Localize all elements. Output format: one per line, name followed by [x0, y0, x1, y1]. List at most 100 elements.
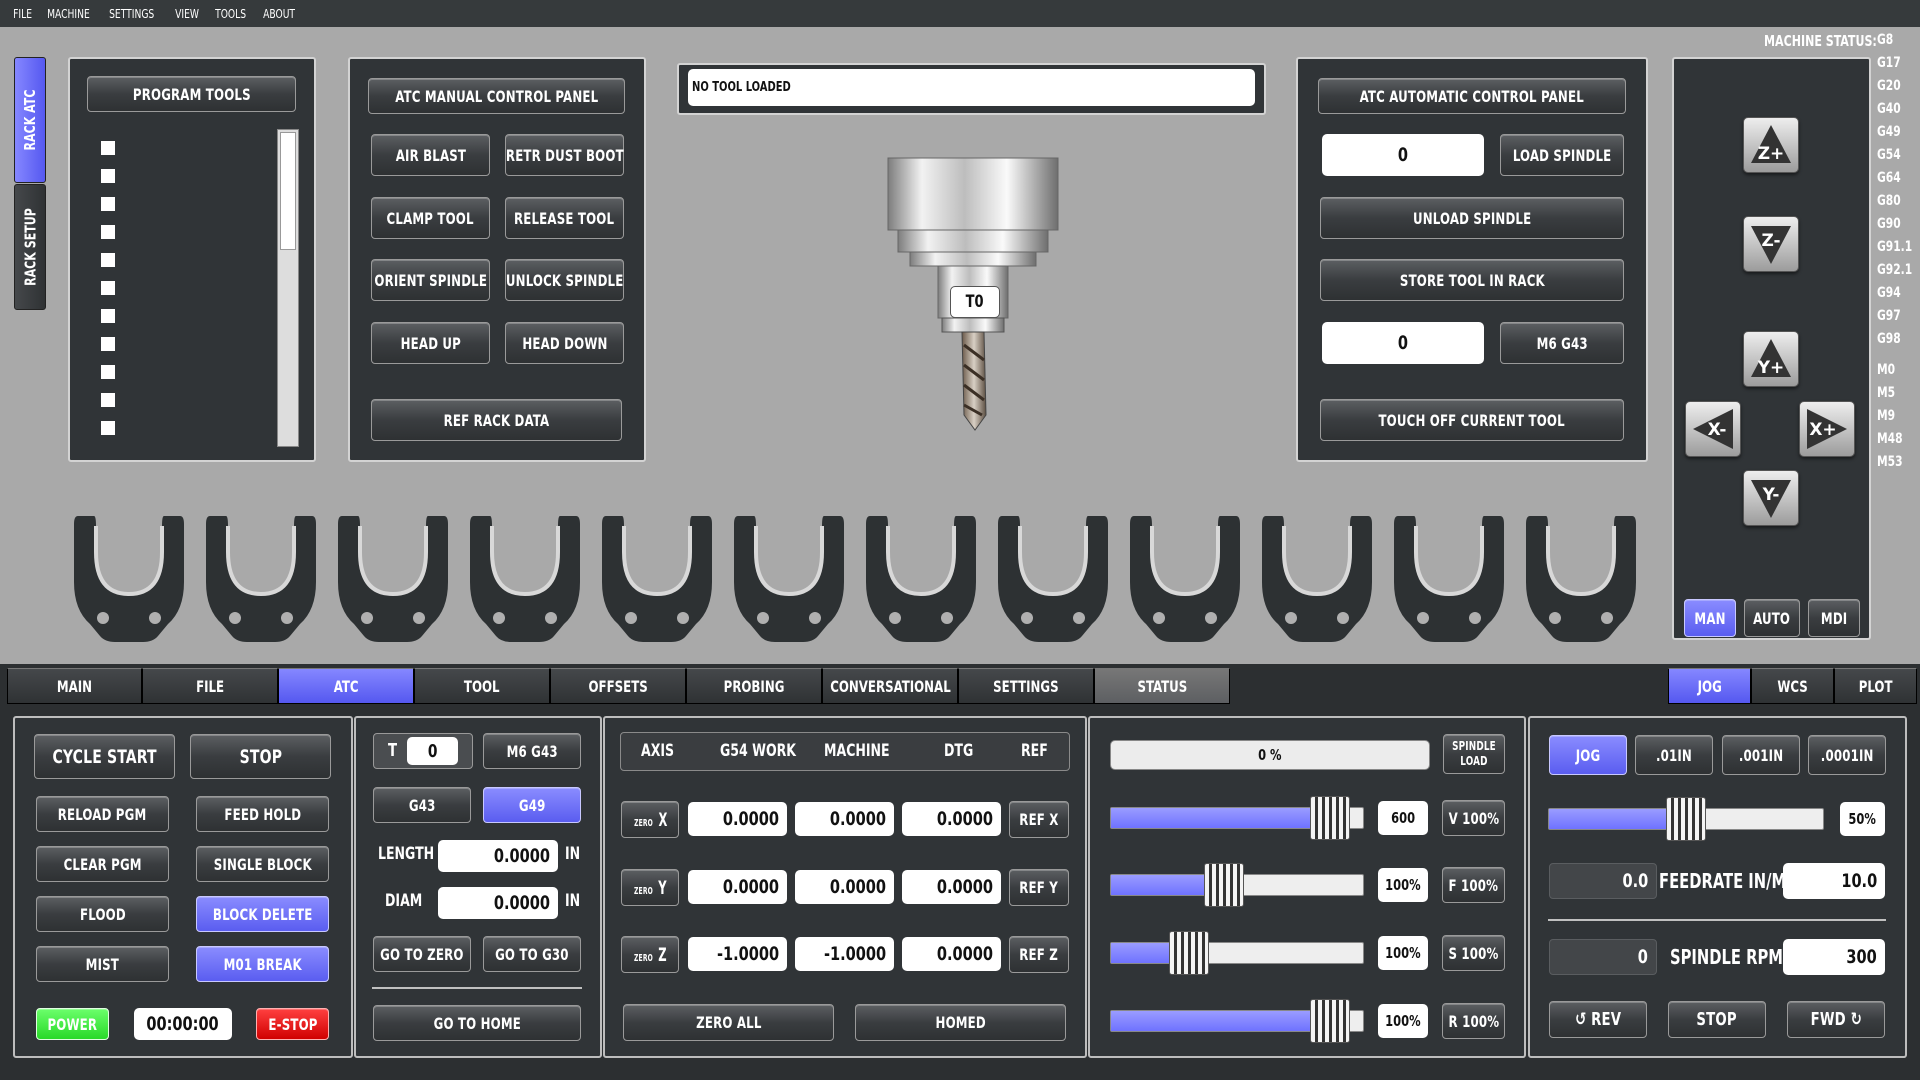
scrollbar-thumb[interactable]	[280, 132, 296, 250]
ref-z-button[interactable]: REF Z	[1009, 936, 1069, 973]
tool-slot[interactable]	[101, 225, 115, 239]
slider-thumb[interactable]	[1310, 999, 1351, 1043]
ref-y-button[interactable]: REF Y	[1009, 869, 1069, 906]
retr-dust-boot-button[interactable]: RETR DUST BOOT	[505, 134, 624, 176]
estop-button[interactable]: E-STOP	[256, 1008, 329, 1040]
menu-view[interactable]: VIEW	[170, 7, 204, 21]
head-up-button[interactable]: HEAD UP	[371, 322, 490, 364]
touch-off-button[interactable]: TOUCH OFF CURRENT TOOL	[1320, 399, 1624, 441]
side-tab-rack-atc[interactable]: RACK ATC	[14, 57, 46, 183]
clear-pgm-button[interactable]: CLEAR PGM	[36, 846, 169, 882]
head-down-button[interactable]: HEAD DOWN	[505, 322, 624, 364]
tool-holder-slot[interactable]	[994, 512, 1112, 644]
tab-wcs[interactable]: WCS	[1751, 668, 1834, 704]
tab-probing[interactable]: PROBING	[686, 668, 822, 704]
spindle-fwd-button[interactable]: FWD ↻	[1787, 1001, 1885, 1038]
block-delete-button[interactable]: BLOCK DELETE	[196, 896, 329, 932]
clamp-tool-button[interactable]: CLAMP TOOL	[371, 197, 490, 239]
jog-mode-button[interactable]: JOG	[1549, 735, 1627, 775]
ref-rack-data-button[interactable]: REF RACK DATA	[371, 399, 622, 441]
tool-holder-slot[interactable]	[1390, 512, 1508, 644]
menu-settings[interactable]: SETTINGS	[104, 7, 159, 21]
feed-hold-button[interactable]: FEED HOLD	[196, 796, 329, 832]
tool-slot[interactable]	[101, 337, 115, 351]
go-to-home-button[interactable]: GO TO HOME	[373, 1005, 581, 1041]
tab-tool[interactable]: TOOL	[414, 668, 550, 704]
slider-thumb[interactable]	[1204, 863, 1245, 907]
tool-slot[interactable]	[101, 393, 115, 407]
flood-button[interactable]: FLOOD	[36, 896, 169, 932]
mode-auto-button[interactable]: AUTO	[1744, 599, 1800, 637]
spindle-rpm-input[interactable]: 300	[1783, 939, 1885, 975]
increment-001-button[interactable]: .001IN	[1722, 735, 1800, 775]
diam-value[interactable]: 0.0000	[438, 887, 558, 919]
tool-holder-slot[interactable]	[1126, 512, 1244, 644]
unlock-spindle-button[interactable]: UNLOCK SPINDLE	[505, 259, 624, 301]
x-plus-button[interactable]: X+	[1799, 401, 1855, 457]
homed-button[interactable]: HOMED	[855, 1004, 1066, 1041]
tool-slot[interactable]	[101, 197, 115, 211]
single-block-button[interactable]: SINGLE BLOCK	[196, 846, 329, 882]
tool-slot[interactable]	[101, 253, 115, 267]
r-100-button[interactable]: R 100%	[1442, 1003, 1505, 1039]
menu-about[interactable]: ABOUT	[258, 7, 300, 21]
slider-thumb[interactable]	[1169, 931, 1210, 975]
y-plus-button[interactable]: Y+	[1743, 331, 1799, 387]
v-100-button[interactable]: V 100%	[1442, 800, 1505, 836]
side-tab-rack-setup[interactable]: RACK SETUP	[14, 184, 46, 310]
zero-all-button[interactable]: ZERO ALL	[623, 1004, 834, 1041]
tool-slot[interactable]	[101, 281, 115, 295]
tab-jog[interactable]: JOG	[1668, 668, 1751, 704]
tab-plot[interactable]: PLOT	[1834, 668, 1917, 704]
tool-holder-slot[interactable]	[466, 512, 584, 644]
tool-holder-slot[interactable]	[862, 512, 980, 644]
tab-atc[interactable]: ATC	[278, 668, 414, 704]
spindle-override-slider[interactable]	[1110, 931, 1364, 975]
load-tool-input[interactable]: 0	[1322, 134, 1484, 176]
go-to-zero-button[interactable]: GO TO ZERO	[373, 936, 471, 972]
x-minus-button[interactable]: X-	[1685, 401, 1741, 457]
mode-man-button[interactable]: MAN	[1684, 599, 1736, 637]
f-100-button[interactable]: F 100%	[1442, 867, 1505, 903]
r-override-slider[interactable]	[1110, 999, 1364, 1043]
increment-0001-button[interactable]: .0001IN	[1808, 735, 1886, 775]
tool-holder-slot[interactable]	[202, 512, 320, 644]
spindle-rev-button[interactable]: ↺ REV	[1549, 1001, 1647, 1038]
tool-holder-slot[interactable]	[1522, 512, 1640, 644]
y-minus-button[interactable]: Y-	[1743, 470, 1799, 526]
power-button[interactable]: POWER	[36, 1008, 109, 1040]
slider-thumb[interactable]	[1666, 797, 1706, 841]
tool-slot[interactable]	[101, 421, 115, 435]
tool-slot[interactable]	[101, 141, 115, 155]
tool-holder-slot[interactable]	[598, 512, 716, 644]
tool-slot[interactable]	[101, 309, 115, 323]
rapid-override-slider[interactable]	[1110, 796, 1364, 840]
tab-offsets[interactable]: OFFSETS	[550, 668, 686, 704]
m6-g43-button[interactable]: M6 G43	[1500, 322, 1624, 364]
slider-thumb[interactable]	[1310, 796, 1351, 840]
tab-status[interactable]: STATUS	[1094, 668, 1230, 704]
ref-x-button[interactable]: REF X	[1009, 801, 1069, 838]
zero-x-button[interactable]: ZERO X	[621, 801, 679, 838]
zero-z-button[interactable]: ZERO Z	[621, 936, 679, 973]
g43-button[interactable]: G43	[373, 787, 471, 823]
stop-button[interactable]: STOP	[190, 734, 331, 779]
menu-tools[interactable]: TOOLS	[210, 7, 251, 21]
go-to-g30-button[interactable]: GO TO G30	[483, 936, 581, 972]
increment-01-button[interactable]: .01IN	[1635, 735, 1713, 775]
mode-mdi-button[interactable]: MDI	[1808, 599, 1860, 637]
z-minus-button[interactable]: Z-	[1743, 216, 1799, 272]
z-plus-button[interactable]: Z+	[1743, 117, 1799, 173]
menu-file[interactable]: FILE	[8, 7, 37, 21]
tool-number-input[interactable]: 0	[407, 737, 458, 765]
tool-holder-slot[interactable]	[730, 512, 848, 644]
tool-holder-slot[interactable]	[1258, 512, 1376, 644]
unload-spindle-button[interactable]: UNLOAD SPINDLE	[1320, 197, 1624, 239]
feedrate-input[interactable]: 10.0	[1783, 863, 1885, 899]
feed-override-slider[interactable]	[1110, 863, 1364, 907]
store-tool-button[interactable]: STORE TOOL IN RACK	[1320, 259, 1624, 301]
menu-machine[interactable]: MACHINE	[42, 7, 95, 21]
tab-settings[interactable]: SETTINGS	[958, 668, 1094, 704]
tab-file[interactable]: FILE	[142, 668, 278, 704]
jog-rate-slider[interactable]	[1548, 797, 1824, 841]
